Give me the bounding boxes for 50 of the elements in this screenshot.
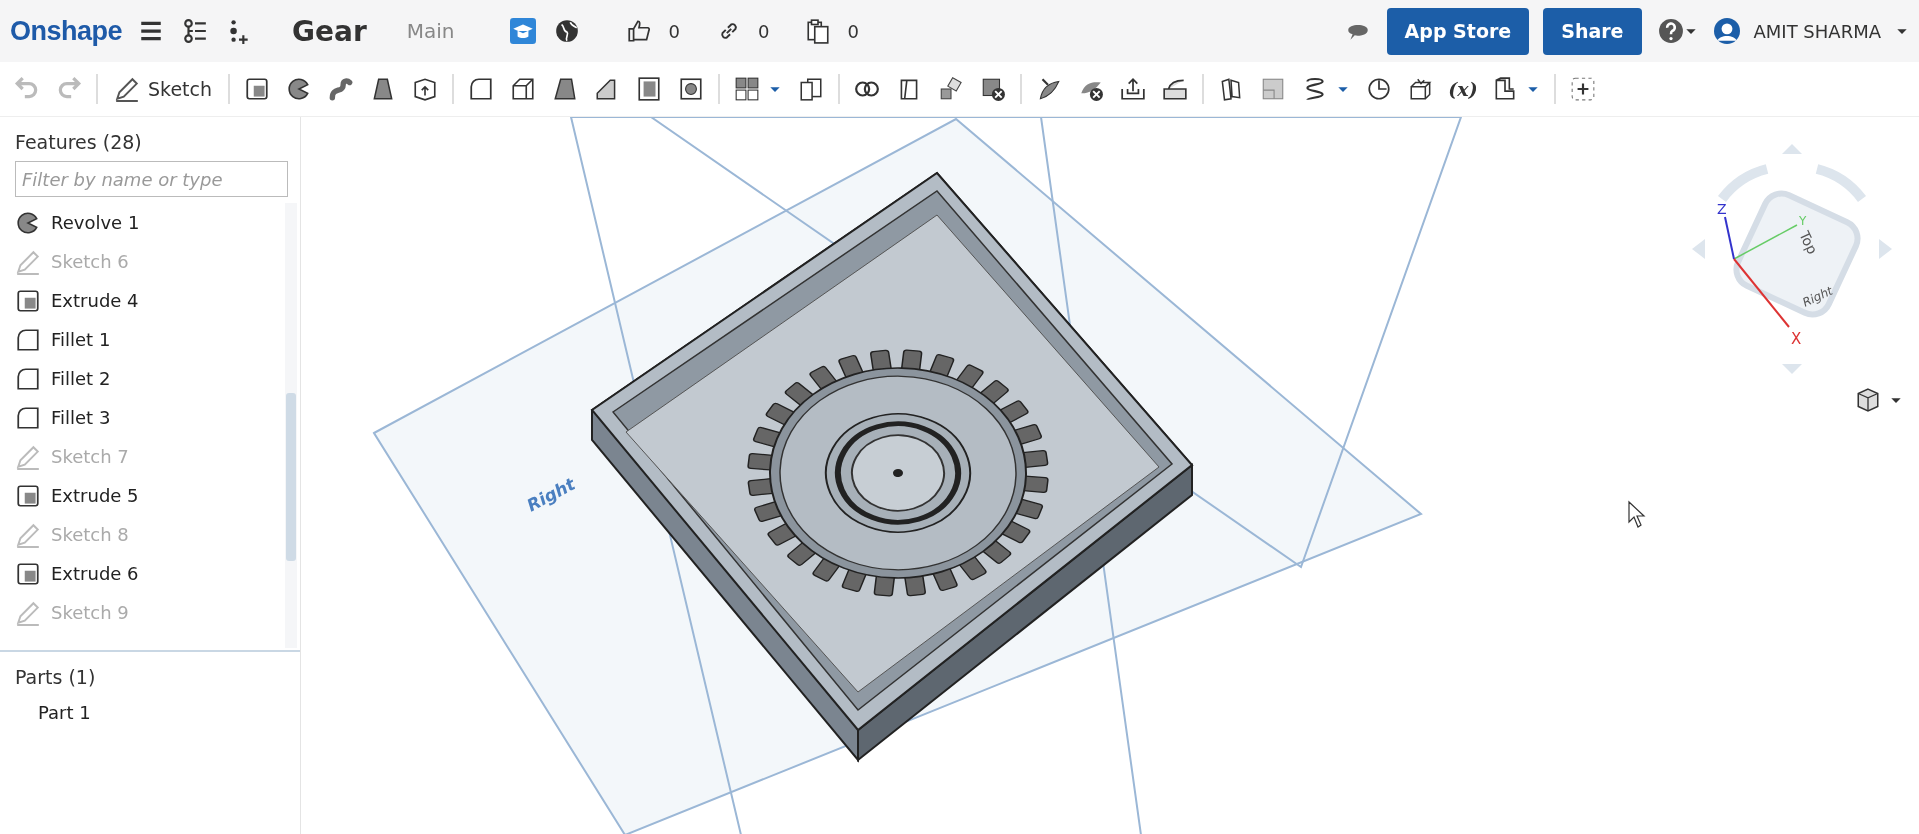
feature-item[interactable]: Fillet 1 xyxy=(15,320,285,359)
feature-item[interactable]: Extrude 4 xyxy=(15,281,285,320)
pencil-icon xyxy=(15,443,41,470)
pattern-grid-icon xyxy=(734,76,760,102)
extrude-cube-icon xyxy=(15,560,41,587)
logo[interactable]: Onshape xyxy=(10,15,123,47)
feature-item[interactable]: Extrude 5 xyxy=(15,476,285,515)
feature-item[interactable]: Fillet 3 xyxy=(15,398,285,437)
link-count: 0 xyxy=(757,20,770,42)
add-icon xyxy=(1570,76,1596,102)
axis-label: X xyxy=(1791,330,1802,348)
pencil-icon xyxy=(15,248,41,275)
cube-icon xyxy=(1855,387,1881,413)
graduation-cap-icon xyxy=(510,18,537,44)
document-title: Gear xyxy=(292,14,367,48)
sketch-button[interactable]: Sketch xyxy=(110,76,216,102)
learning-button[interactable] xyxy=(508,16,539,46)
user-menu[interactable]: AMIT SHARMA xyxy=(1753,20,1881,42)
view-mode-button[interactable] xyxy=(1855,387,1903,413)
axis-label: Y xyxy=(1799,214,1807,228)
view-cube-label[interactable]: Top xyxy=(1796,228,1821,257)
sweep-pipe-icon xyxy=(328,76,354,102)
pencil-icon xyxy=(15,521,41,548)
extrude-cube-icon xyxy=(244,76,270,102)
filter-field[interactable]: Filter by name or type xyxy=(15,161,288,197)
feature-item[interactable]: Revolve 1 xyxy=(15,203,285,242)
part-item[interactable]: Part 1 xyxy=(0,696,300,723)
extrude-cube-icon xyxy=(15,287,41,314)
share-button[interactable]: Share xyxy=(1543,7,1642,55)
thumbs-up-icon xyxy=(626,18,653,44)
feature-item[interactable]: Fillet 2 xyxy=(15,359,285,398)
globe-icon xyxy=(554,18,581,44)
pencil-icon xyxy=(15,599,41,626)
extrude-cube-icon xyxy=(15,482,41,509)
copy-count: 0 xyxy=(847,20,859,42)
axis-label: Z xyxy=(1717,201,1727,217)
scrollbar[interactable] xyxy=(285,203,297,648)
feature-item[interactable]: Extrude 6 xyxy=(15,554,285,593)
parts-heading: Parts (1) xyxy=(14,665,97,690)
clipboard-icon xyxy=(805,18,832,44)
view-cube-label[interactable]: Right xyxy=(1800,283,1835,310)
mouse-cursor-icon xyxy=(1628,500,1646,528)
pencil-icon xyxy=(114,76,140,102)
tree-list-icon xyxy=(182,18,209,44)
app-store-button[interactable]: App Store xyxy=(1386,7,1530,55)
features-heading: Features (28) xyxy=(14,130,143,155)
help-icon xyxy=(1657,18,1684,44)
view-cube-drawing[interactable]: Z Y Top Right X xyxy=(1692,144,1892,374)
avatar-icon xyxy=(1713,18,1740,44)
like-count: 0 xyxy=(668,20,680,42)
